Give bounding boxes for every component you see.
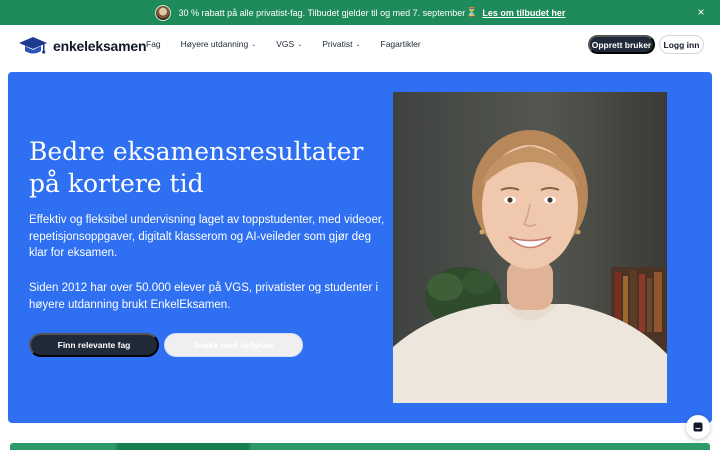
chat-icon [693, 422, 703, 432]
promo-banner: 30 % rabatt på alle privatist-fag. Tilbu… [0, 0, 720, 25]
hero-stats-text: Siden 2012 har over 50.000 elever på VGS… [29, 282, 379, 311]
nav-link-label: Høyere utdanning [180, 39, 249, 49]
nav-link-label: VGS [276, 39, 295, 49]
portrait-illustration [393, 130, 667, 403]
nav-link-hoyere-utdanning[interactable]: Høyere utdanning ⌄ [181, 39, 257, 49]
nav-link-label: Fag [146, 39, 161, 49]
nav-link-label: Privatist [322, 39, 353, 49]
nav-link-privatist[interactable]: Privatist ⌄ [322, 39, 360, 49]
nav-link-vgs[interactable]: VGS ⌄ [276, 39, 302, 49]
logo-text: enkeleksamen [53, 38, 147, 54]
promo-text: 30 % rabatt på alle privatist-fag. Tilbu… [178, 7, 466, 18]
top-navigation: enkeleksamen Fag Høyere utdanning ⌄ VGS … [0, 25, 720, 65]
hourglass-icon: ⏳ [466, 7, 478, 17]
talk-to-advisor-button[interactable]: Snakk med rådgiver [164, 333, 303, 357]
hero-title: Bedre eksamensresultater på kortere tid [29, 137, 364, 198]
signup-button[interactable]: Opprett bruker [588, 35, 655, 54]
close-icon[interactable]: × [694, 5, 708, 19]
chevron-down-icon: ⌄ [297, 41, 303, 48]
nav-link-fag[interactable]: Fag [146, 39, 161, 49]
promo-avatar [154, 4, 171, 21]
chevron-down-icon: ⌄ [355, 41, 361, 48]
chat-launcher-button[interactable] [686, 415, 710, 439]
nav-links: Fag Høyere utdanning ⌄ VGS ⌄ Privatist ⌄… [146, 39, 441, 49]
nav-link-fagartikler[interactable]: Fagartikler [381, 39, 421, 49]
login-button[interactable]: Logg inn [659, 35, 704, 54]
nav-link-label: Fagartikler [380, 39, 421, 49]
hero-description: Effektiv og fleksibel undervisning laget… [29, 214, 385, 259]
graduation-cap-icon [19, 37, 47, 54]
site-logo[interactable]: enkeleksamen [18, 35, 147, 57]
promo-offer-link[interactable]: Les om tilbudet her [482, 8, 565, 18]
hero-portrait-image [393, 92, 667, 403]
find-courses-button[interactable]: Finn relevante fag [29, 333, 159, 357]
hero-section: Bedre eksamensresultater på kortere tid … [8, 72, 712, 423]
chevron-down-icon: ⌄ [251, 41, 257, 48]
next-section-preview [10, 443, 710, 450]
